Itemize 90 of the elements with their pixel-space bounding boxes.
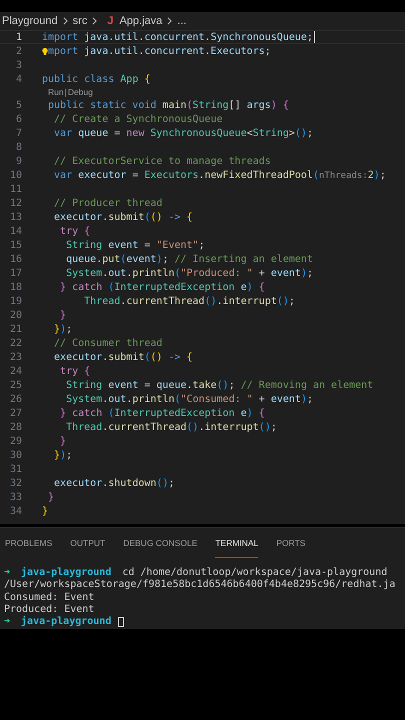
code-line: // ExecutorService to manage threads: [53, 156, 271, 166]
code-line: // Consumer thread: [53, 338, 162, 348]
line-number: 14: [8, 226, 22, 236]
panel-tab[interactable]: PORTS: [276, 528, 306, 558]
line-number: 16: [8, 254, 22, 264]
code-line: System.out.println("Produced: " + event);: [65, 268, 314, 278]
breadcrumb-more[interactable]: ...: [177, 15, 186, 27]
line-number: 30: [8, 450, 22, 460]
code-line: String event = "Event";: [65, 240, 205, 250]
terminal-output: Produced: Event: [4, 604, 94, 616]
code-line: public static void main(String[] args) {: [47, 100, 289, 110]
panel-tab[interactable]: DEBUG CONSOLE: [123, 528, 198, 558]
line-number: 6: [14, 114, 22, 124]
code-line: import java.util.concurrent.SynchronousQueue;: [42, 32, 313, 42]
prompt-arrow: ➜: [4, 616, 10, 628]
line-number: 2: [14, 46, 22, 56]
code-line: queue.put(event); // Inserting an element: [65, 254, 313, 264]
separator-text: |: [64, 87, 67, 97]
line-number: 13: [8, 212, 22, 222]
code-line: Thread.currentThread().interrupt();: [83, 296, 295, 306]
code-line: }: [47, 492, 54, 502]
code-line: mport java.util.concurrent.Executors;: [48, 46, 271, 56]
line-number: 4: [14, 74, 22, 84]
line-number: 3: [14, 60, 22, 70]
code-line: }: [59, 310, 66, 320]
code-line: // Create a SynchronousQueue: [53, 114, 223, 124]
code-line: String event = queue.take(); // Removing an element: [65, 380, 374, 390]
terminal-output: Consumed: Event: [4, 592, 94, 604]
code-line: }: [59, 436, 66, 446]
line-number: 15: [8, 240, 22, 250]
panel-tab[interactable]: OUTPUT: [70, 528, 106, 558]
text-cursor: [314, 31, 315, 43]
terminal-command: cd /home/donutloop/workspace/java-playground: [122, 567, 388, 579]
code-line: executor.submit(() -> {: [53, 352, 193, 362]
chevron-icon: [167, 17, 172, 25]
breadcrumb-item[interactable]: Playground: [2, 15, 58, 27]
chevron-icon: [62, 17, 68, 25]
line-number: 17: [8, 268, 22, 278]
panel-tab[interactable]: TERMINAL: [215, 528, 258, 558]
code-line: }: [42, 506, 48, 516]
line-number: 5: [14, 100, 22, 110]
line-number: 10: [8, 170, 22, 180]
prompt-directory: java-playground: [21, 616, 112, 628]
line-number: 12: [8, 198, 22, 208]
terminal-output: /User/workspaceStorage/f981e58bc1d6546b6400f4b4e8295c96/redhat.ja: [4, 579, 396, 592]
line-number: 33: [8, 492, 22, 502]
lightbulb-icon[interactable]: [42, 46, 48, 56]
code-line: Thread.currentThread().interrupt();: [65, 422, 277, 432]
line-number: 20: [8, 310, 22, 320]
line-number: 1: [14, 32, 22, 42]
line-number: 32: [8, 478, 22, 488]
line-number: 28: [8, 422, 22, 432]
java-file-icon: J: [107, 15, 114, 27]
code-line: System.out.println("Consumed: " + event);: [65, 394, 314, 404]
line-number: 22: [8, 338, 22, 348]
line-number: 29: [8, 436, 22, 446]
prompt-arrow: ➜: [4, 567, 10, 579]
line-number: 23: [8, 352, 22, 362]
code-line: executor.submit(() -> {: [53, 212, 193, 222]
line-number: 34: [8, 506, 22, 516]
line-number: 18: [8, 282, 22, 292]
line-number: 31: [8, 464, 22, 474]
codelens-link[interactable]: Debug: [68, 87, 93, 97]
codelens-link[interactable]: Run: [48, 87, 64, 97]
breadcrumb-item[interactable]: src: [72, 15, 88, 27]
line-number: 8: [14, 142, 22, 152]
panel-tab[interactable]: PROBLEMS: [5, 528, 52, 558]
code-line: // Producer thread: [53, 198, 162, 208]
line-number: 27: [8, 408, 22, 418]
line-number: 19: [8, 296, 22, 306]
code-line: var executor = Executors.newFixedThreadPool(nThreads:2);: [53, 170, 386, 180]
line-number: 7: [14, 128, 22, 138]
line-number: 9: [14, 156, 22, 166]
code-line: var queue = new SynchronousQueue<String>();: [53, 128, 313, 138]
code-line: });: [53, 324, 72, 334]
code-line: } catch (InterruptedException e) {: [59, 408, 265, 418]
breadcrumb-item[interactable]: App.java: [119, 15, 162, 27]
code-line: try {: [59, 226, 90, 236]
chevron-icon: [92, 17, 98, 25]
line-number: 21: [8, 324, 22, 334]
code-line: public class App {: [42, 74, 150, 84]
code-line: try {: [59, 366, 90, 376]
code-line: executor.shutdown();: [53, 478, 174, 488]
line-number: 26: [8, 394, 22, 404]
line-number: 25: [8, 380, 22, 390]
code-line: } catch (InterruptedException e) {: [59, 282, 265, 292]
prompt-directory: java-playground: [21, 567, 112, 579]
code-line: });: [53, 450, 72, 460]
line-number: 11: [8, 184, 22, 194]
line-number: 24: [8, 366, 22, 376]
